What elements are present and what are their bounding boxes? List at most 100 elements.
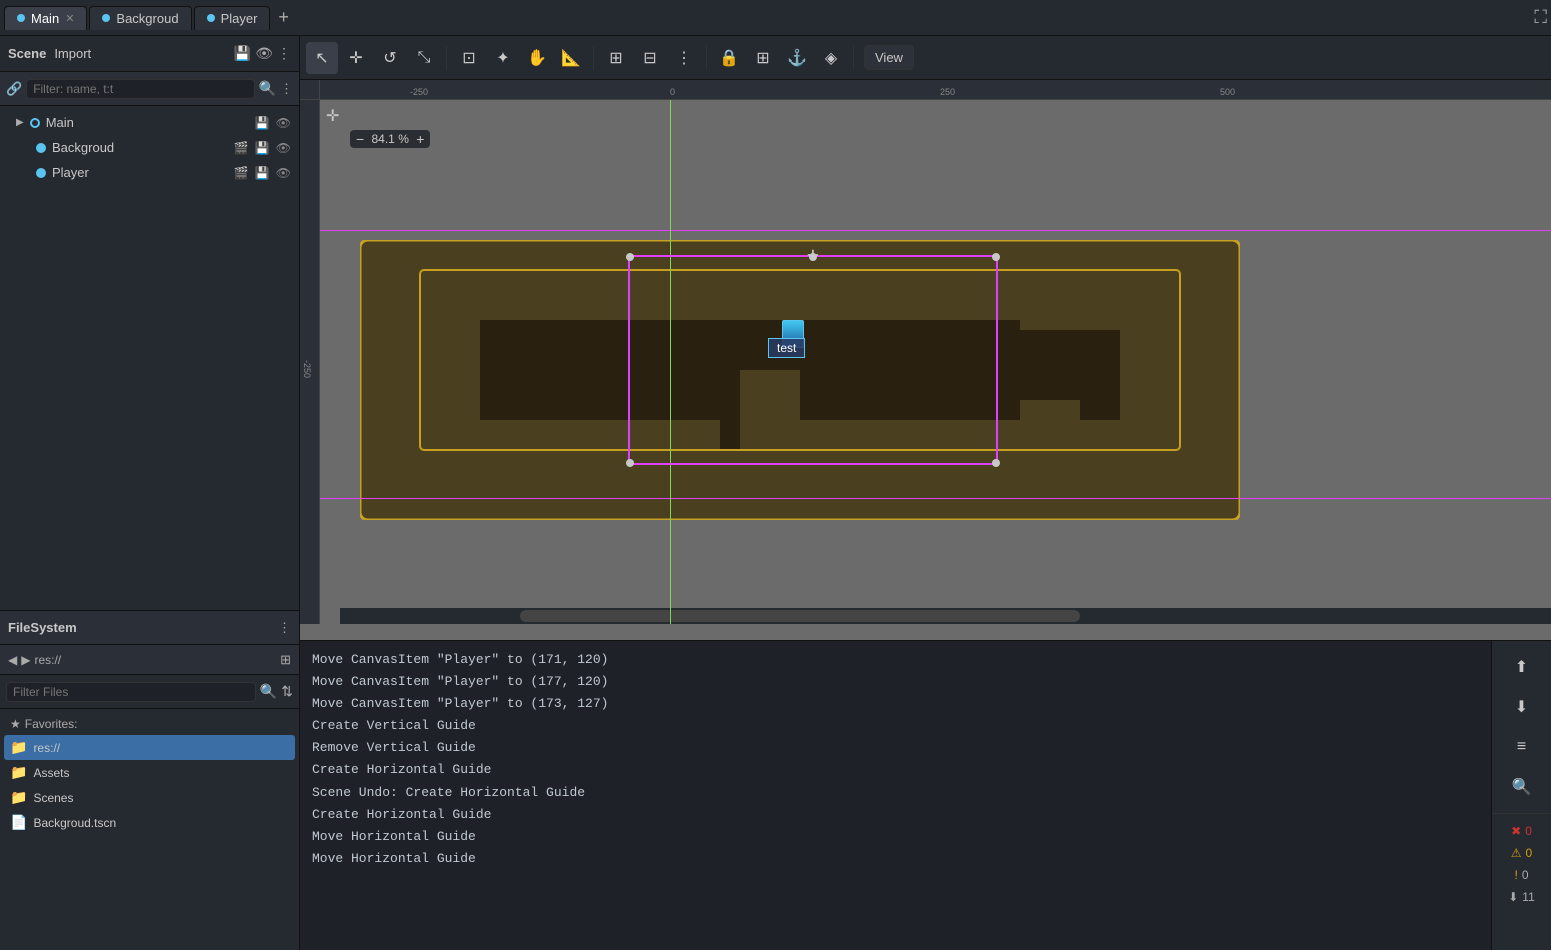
warning-count: 0 [1526,846,1533,860]
viewport-canvas[interactable]: ✛ − 84.1 % + [320,100,1551,624]
log-entry-6: Scene Undo: Create Horizontal Guide [312,782,1479,804]
import-button[interactable]: Import [54,46,91,61]
tree-icon-cam[interactable]: 🎬 [234,141,249,155]
fs-favorites-header[interactable]: ★ Favorites: [4,713,295,735]
tree-icon-cam2[interactable]: 🎬 [234,166,249,180]
fs-grid-icon[interactable]: ⊞ [280,652,291,668]
debug-count-row: ⬇ 11 [1492,888,1551,906]
filter-link-icon[interactable]: 🔗 [6,81,22,97]
zoom-in-button[interactable]: + [416,132,424,146]
tree-item-player[interactable]: Player 🎬 💾 👁 [0,160,299,185]
scene-save-icon[interactable]: 💾 [234,45,251,62]
ruler-tick-neg250: -250 [410,87,428,97]
player-name-label: test [777,341,796,355]
scrollbar-thumb-h[interactable] [520,610,1080,622]
anchor-button[interactable]: ⚓ [781,42,813,74]
rect-tool-button[interactable]: ⊡ [453,42,485,74]
view-label: View [875,50,903,65]
log-entry-7: Create Horizontal Guide [312,804,1479,826]
tree-icon-eye3[interactable]: 👁 [276,166,291,180]
tab-player[interactable]: Player [194,6,271,30]
tree-icon-eye2[interactable]: 👁 [276,141,291,155]
tree-label-backgroud: Backgroud [52,140,228,155]
zoom-bar: − 84.1 % + [350,130,430,148]
info-count: 0 [1522,868,1529,882]
fs-arrow-left[interactable]: ◀ [8,653,17,667]
tree-icon-save2[interactable]: 💾 [255,141,270,155]
add-tab-button[interactable]: + [272,7,295,28]
viewport-reset-icon[interactable]: ✛ [326,106,339,126]
grid-tool-button[interactable]: ⊞ [600,42,632,74]
fs-item-assets-label: Assets [33,766,69,780]
tab-main-close[interactable]: ✕ [65,12,74,25]
sidebar-sep-1 [1492,813,1551,814]
fs-item-res[interactable]: 📁 res:// [4,735,295,760]
tree-item-main[interactable]: ▶ Main 💾 👁 [0,110,299,135]
fs-filter-search-icon[interactable]: 🔍 [260,683,277,700]
layer-button[interactable]: ◈ [815,42,847,74]
filter-search-icon[interactable]: 🔍 [259,80,276,97]
fs-arrow-right[interactable]: ▶ [21,653,30,667]
tree-dot-player [36,168,46,178]
tree-icon-save3[interactable]: 💾 [255,166,270,180]
star-icon: ★ [10,717,21,731]
tree-icons-backgroud: 🎬 💾 👁 [234,141,291,155]
toolbar-sep-3 [706,46,707,70]
rotate-tool-button[interactable]: ↺ [374,42,406,74]
fs-path-label: res:// [34,653,61,667]
pivot-tool-button[interactable]: ✦ [487,42,519,74]
zoom-out-button[interactable]: − [356,132,364,146]
scene-menu-icon[interactable]: ⋮ [277,45,291,62]
move-tool-button[interactable]: ✛ [340,42,372,74]
fs-filter-bar: 🔍 ⇅ [0,675,299,709]
scene-eye-icon[interactable]: 👁 [255,45,273,62]
fs-menu-icon[interactable]: ⋮ [278,620,291,636]
scene-header: Scene Import 💾 👁 ⋮ [0,36,299,72]
tree-icon-eye[interactable]: 👁 [276,116,291,130]
scene-title: Scene [8,46,46,61]
lock-button[interactable]: 🔒 [713,42,745,74]
fs-filter-input[interactable] [6,682,256,702]
viewport-area[interactable]: -250 0 250 500 -250 ✛ − 84.1 % [300,80,1551,640]
tree-dot-backgroud [36,143,46,153]
tree-item-backgroud[interactable]: Backgroud 🎬 💾 👁 [0,135,299,160]
top-tab-bar: Main ✕ Backgroud Player + ⛶ [0,0,1551,36]
pan-tool-button[interactable]: ✋ [521,42,553,74]
view-button[interactable]: View [864,45,914,70]
left-panel: Scene Import 💾 👁 ⋮ 🔗 🔍 ⋮ ▶ Main 💾 [0,36,300,950]
tree-icons-player: 🎬 💾 👁 [234,166,291,180]
fs-item-assets[interactable]: 📁 Assets [4,760,295,785]
info-icon: ! [1514,868,1517,882]
error-count: 0 [1525,824,1532,838]
history-button[interactable]: ⬇ [1504,689,1540,725]
filter-menu-icon[interactable]: ⋮ [280,81,293,97]
inspector-button[interactable]: ⬆ [1504,649,1540,685]
viewport-scrollbar-h[interactable] [340,608,1551,624]
tab-main-label: Main [31,11,59,26]
fs-item-backgroud-tscn[interactable]: 📄 Backgroud.tscn [4,810,295,835]
more-options-button[interactable]: ⋮ [668,42,700,74]
selection-handle-top[interactable]: ✛ [807,247,819,264]
fs-filter-sort-icon[interactable]: ⇅ [281,683,293,700]
ruler-tool-button[interactable]: 📐 [555,42,587,74]
tree-expand-icon: ▶ [16,117,24,128]
scene-filter-input[interactable] [26,79,254,99]
warning-icon: ⚠ [1511,846,1522,860]
tab-backgroud[interactable]: Backgroud [89,6,191,30]
group-button[interactable]: ⊞ [747,42,779,74]
grid-snap-button[interactable]: ⊟ [634,42,666,74]
log-area: Move CanvasItem "Player" to (171, 120) M… [300,641,1491,950]
search-sidebar-button[interactable]: 🔍 [1504,769,1540,805]
select-tool-button[interactable]: ↖ [306,42,338,74]
fs-item-scenes[interactable]: 📁 Scenes [4,785,295,810]
log-entry-0: Move CanvasItem "Player" to (171, 120) [312,649,1479,671]
scale-tool-button[interactable]: ⤡ [408,42,440,74]
fullscreen-icon[interactable]: ⛶ [1534,7,1547,28]
toolbar-sep-4 [853,46,854,70]
bottom-panel: Move CanvasItem "Player" to (171, 120) M… [300,640,1551,950]
filter-sidebar-button[interactable]: ≡ [1504,729,1540,765]
fs-item-backgroud-label: Backgroud.tscn [33,816,116,830]
tree-label-main: Main [46,115,249,130]
tab-main[interactable]: Main ✕ [4,6,87,30]
tree-icon-save[interactable]: 💾 [255,116,270,130]
